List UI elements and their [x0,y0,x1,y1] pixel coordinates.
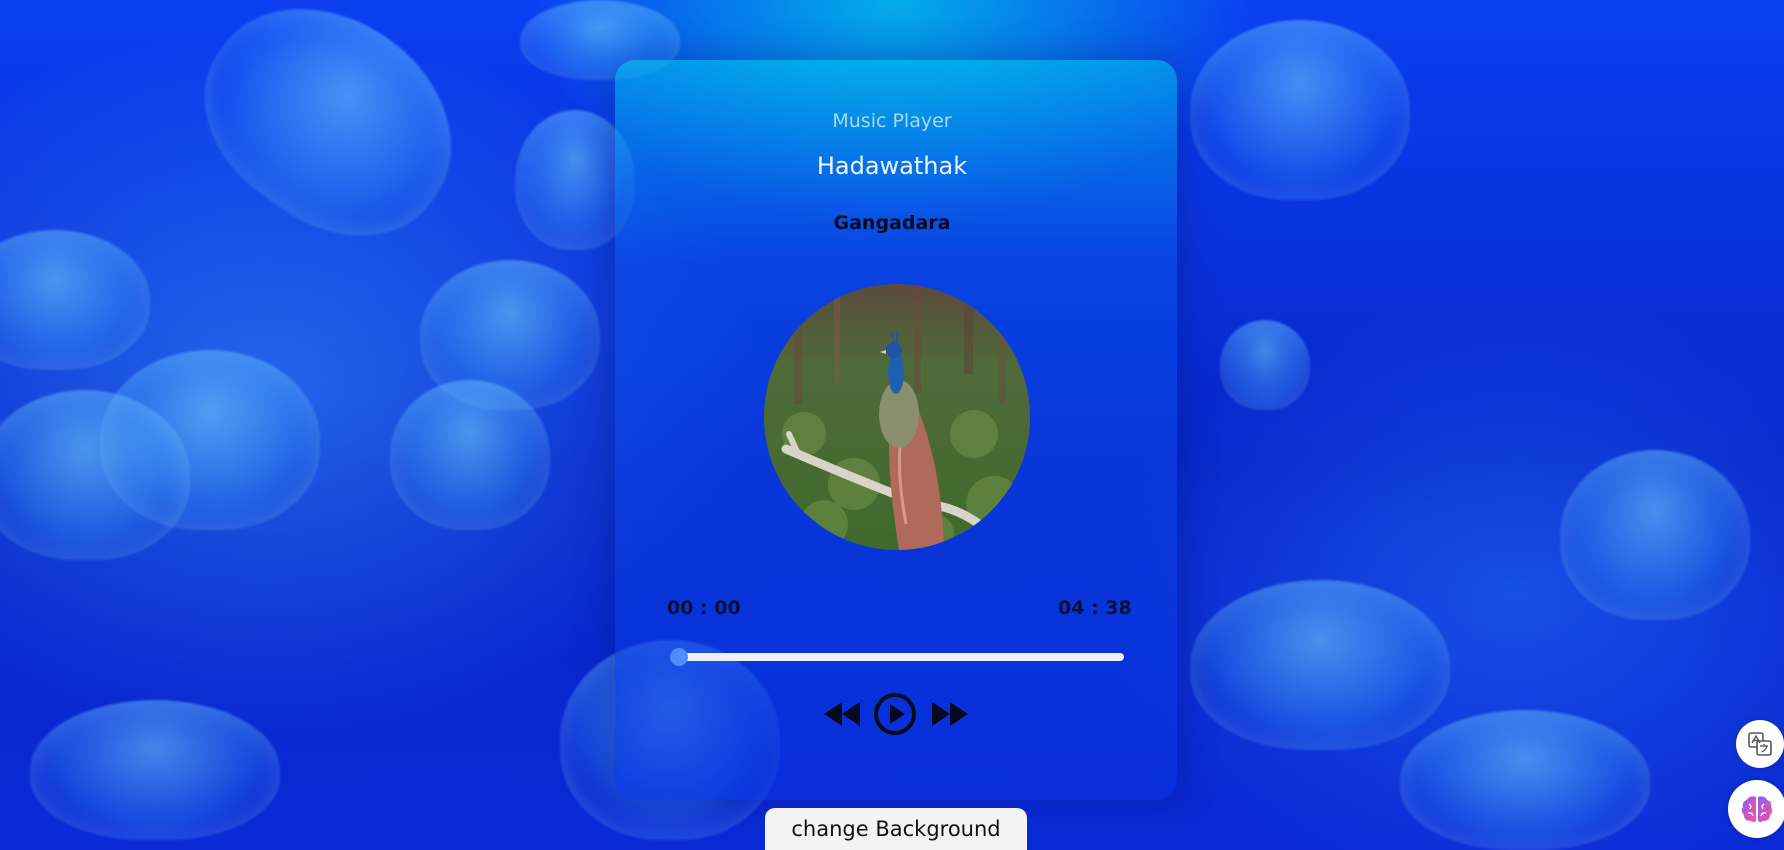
artist-name: Gangadara [833,212,951,234]
playback-controls [820,688,970,740]
album-cover [764,284,1030,550]
change-background-button[interactable]: change Background [765,808,1027,850]
progress-slider[interactable] [670,648,1124,666]
current-time: 00 : 00 [667,597,741,619]
previous-button[interactable] [820,688,864,740]
progress-thumb[interactable] [670,648,688,666]
song-title: Hadawathak [816,152,968,180]
app-title: Music Player [832,110,952,132]
brain-icon [1741,796,1773,822]
play-circle-icon [874,693,916,735]
assistant-button[interactable] [1728,780,1784,838]
play-button[interactable] [872,688,918,740]
peacock-image [764,284,1030,550]
translate-button[interactable] [1736,720,1784,768]
duration-time: 04 : 38 [1058,597,1132,619]
rewind-icon [824,702,860,726]
progress-track[interactable] [676,653,1124,661]
translate-icon [1748,732,1772,756]
fast-forward-icon [932,702,968,726]
next-button[interactable] [928,688,972,740]
